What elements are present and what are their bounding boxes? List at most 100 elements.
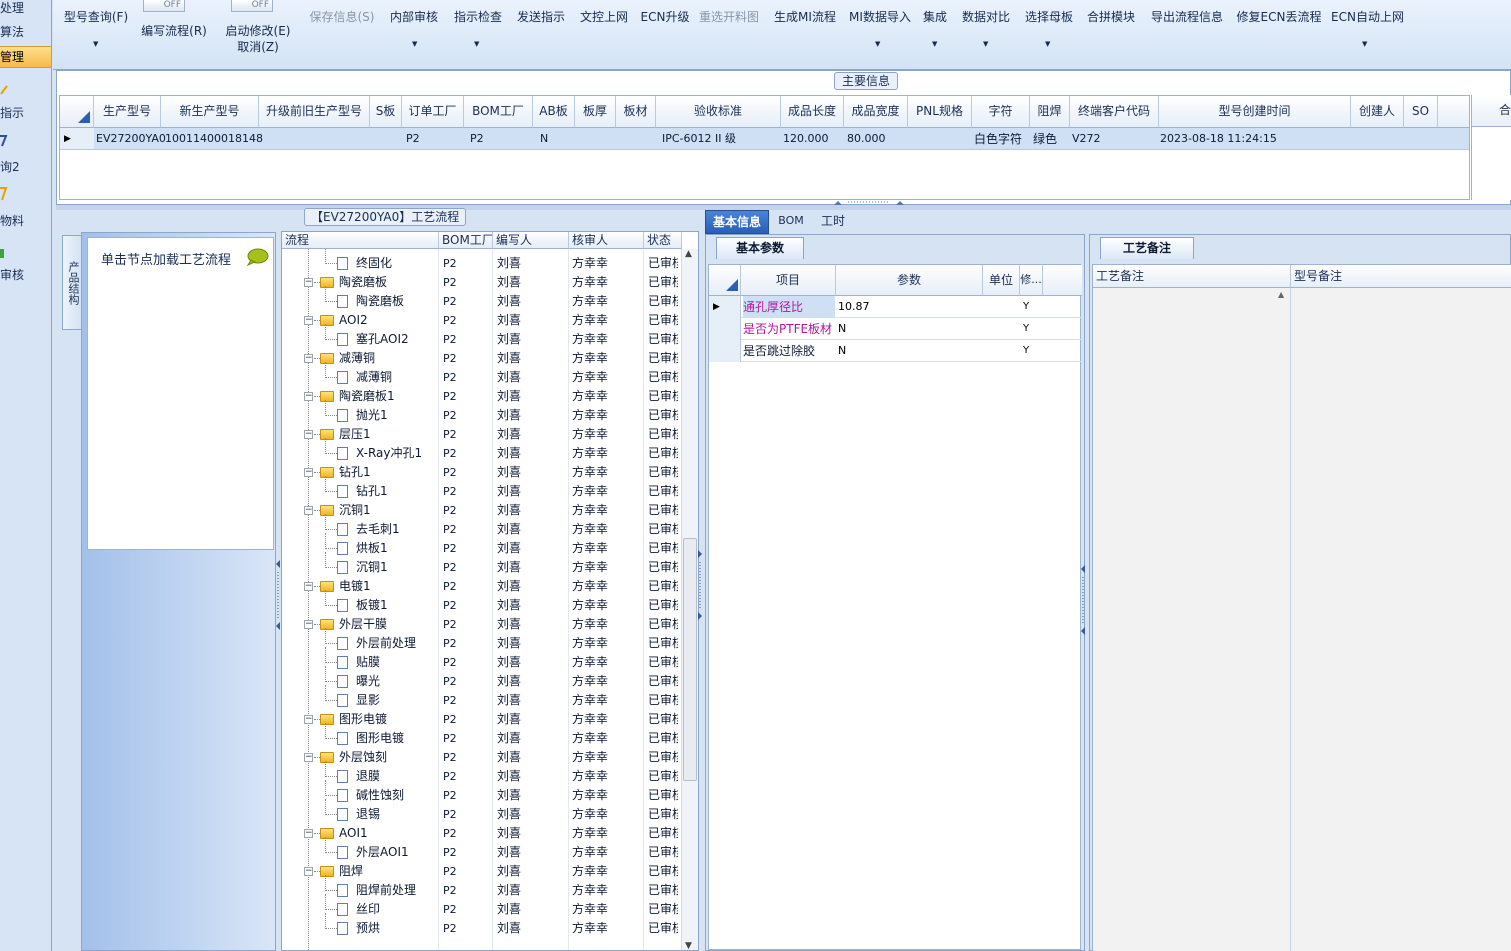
write-flow-button[interactable]: 编写流程(R) [138,22,210,39]
tree-step-row[interactable]: 碱性蚀刻 P2 刘喜 方幸幸 已审核 [282,780,682,805]
chevron-down-icon[interactable]: ▼ [1045,40,1050,48]
tree-step-row[interactable]: 减薄铜 P2 刘喜 方幸幸 已审核 [282,362,682,387]
tree-step-row[interactable]: 显影 P2 刘喜 方幸幸 已审核 [282,685,682,710]
chevron-down-icon[interactable]: ▼ [932,40,937,48]
node-list[interactable]: 单击节点加载工艺流程 [87,237,274,550]
save-info-button[interactable]: 保存信息(S) [306,8,378,25]
scroll-thumb[interactable] [683,538,697,781]
cell-production-model[interactable]: EV27200YA0 [96,128,166,150]
col-header[interactable]: 项目 [741,265,836,296]
instruction-check-button[interactable]: 指示检查 [451,8,505,25]
row-indicator[interactable] [709,340,741,362]
tree-group-row[interactable]: − AOI2 P2 刘喜 方幸幸 已审核 [282,311,682,330]
nav-item-query2[interactable]: 询2 [0,135,51,177]
expand-collapse-icon[interactable]: − [304,753,313,762]
col-header[interactable]: 型号创建时间 [1159,96,1351,128]
col-header[interactable]: 型号备注 [1291,265,1511,288]
tab-basic-params[interactable]: 基本参数 [716,237,804,259]
params-row[interactable]: 是否为PTFE板材 N Y [709,318,1082,340]
col-header[interactable]: 工艺备注 [1093,265,1291,288]
tab-basic-info[interactable]: 基本信息 [705,210,769,234]
param-value[interactable]: 10.87 [838,296,982,318]
col-header[interactable]: SO [1404,96,1438,128]
tree-step-row[interactable]: 阻焊前处理 P2 刘喜 方幸幸 已审核 [282,875,682,900]
cell-customer-code[interactable]: V272 [1072,128,1101,150]
tree-step-row[interactable]: 烘板1 P2 刘喜 方幸幸 已审核 [282,533,682,558]
model-remarks-textarea[interactable] [1291,288,1511,951]
tree-step-row[interactable]: 曝光 P2 刘喜 方幸幸 已审核 [282,666,682,691]
cancel-button[interactable]: 取消(Z) [233,38,283,55]
expand-collapse-icon[interactable]: − [304,316,313,325]
data-compare-button[interactable]: 数据对比 [959,8,1013,25]
cell-character[interactable]: 白色字符 [974,128,1022,150]
generate-mi-button[interactable]: 生成MI流程 [771,8,839,25]
expand-collapse-icon[interactable]: − [304,715,313,724]
col-header[interactable]: 板厚 [575,96,616,128]
chevron-down-icon[interactable]: ▼ [412,40,417,48]
tab-process-remarks[interactable]: 工艺备注 [1100,237,1194,259]
enable-modify-toggle[interactable]: OFF [231,0,273,12]
row-indicator[interactable]: ▶ [60,128,94,150]
tree-step-row[interactable]: 终固化 P2 刘喜 方幸幸 已审核 [282,249,682,273]
col-header[interactable]: 核审人 [569,232,644,249]
tree-step-row[interactable]: 陶瓷磨板 P2 刘喜 方幸幸 已审核 [282,286,682,311]
cell-solder-mask[interactable]: 绿色 [1033,128,1057,150]
cell-width[interactable]: 80.000 [847,128,886,150]
tree-step-row[interactable]: X-Ray冲孔1 P2 刘喜 方幸幸 已审核 [282,438,682,463]
expand-collapse-icon[interactable]: − [304,468,313,477]
tree-group-row[interactable]: − 外层蚀刻 P2 刘喜 方幸幸 已审核 [282,748,682,767]
chevron-down-icon[interactable]: ▼ [875,40,880,48]
tree-step-row[interactable]: 图形电镀 P2 刘喜 方幸幸 已审核 [282,723,682,748]
tree-step-row[interactable]: 贴膜 P2 刘喜 方幸幸 已审核 [282,647,682,672]
expand-collapse-icon[interactable]: − [304,582,313,591]
document-control-button[interactable]: 文控上网 [577,8,631,25]
cell-new-production-model[interactable]: 10011400018148 [165,128,263,150]
nav-item-material[interactable]: 物料 [0,187,51,231]
col-header[interactable]: 生产型号 [94,96,161,128]
chevron-down-icon[interactable]: ▼ [93,40,98,48]
tree-group-row[interactable]: − 阻焊 P2 刘喜 方幸幸 已审核 [282,862,682,881]
col-header[interactable]: 流程 [282,232,439,249]
tree-step-row[interactable]: 塞孔AOI2 P2 刘喜 方幸幸 已审核 [282,324,682,349]
col-header[interactable]: PNL规格 [908,96,972,128]
reselect-material-button[interactable]: 重选开料图 [697,8,761,25]
tree-group-row[interactable]: − 电镀1 P2 刘喜 方幸幸 已审核 [282,577,682,596]
nav-item-review[interactable]: 审核 [0,249,51,285]
grid-corner[interactable] [709,265,741,296]
chevron-down-icon[interactable]: ▼ [474,40,479,48]
cell-ab-board[interactable]: N [540,128,548,150]
collapse-handle-detail[interactable] [1081,565,1086,635]
expand-collapse-icon[interactable]: − [304,392,313,401]
row-indicator[interactable] [709,318,741,340]
expand-collapse-icon[interactable]: − [304,354,313,363]
tree-step-row[interactable]: 预烘 P2 刘喜 方幸幸 已审核 [282,913,682,938]
tree-step-row[interactable]: 退膜 P2 刘喜 方幸幸 已审核 [282,761,682,786]
tab-work-hours[interactable]: 工时 [813,210,853,234]
tree-scrollbar[interactable]: ▲ ▼ [681,249,698,950]
tree-group-row[interactable]: − 沉铜1 P2 刘喜 方幸幸 已审核 [282,501,682,520]
col-header[interactable]: 升级前旧生产型号 [259,96,370,128]
col-header[interactable]: 单位 [983,265,1020,296]
expand-collapse-icon[interactable]: − [304,430,313,439]
cell-create-time[interactable]: 2023-08-18 11:24:15 [1160,128,1277,150]
col-header[interactable]: 板材 [616,96,656,128]
process-remarks-textarea[interactable]: ▲ [1093,288,1291,951]
select-master-button[interactable]: 选择母板 [1022,8,1076,25]
tree-group-row[interactable]: − 钻孔1 P2 刘喜 方幸幸 已审核 [282,463,682,482]
tab-bom[interactable]: BOM [773,210,809,234]
nav-item-algorithm[interactable]: 算法 [0,23,51,41]
col-header[interactable]: 编写人 [493,232,569,249]
params-row[interactable]: ▶ 通孔厚径比 10.87 Y [709,296,1082,318]
col-header[interactable]: BOM工厂 [464,96,533,128]
expand-collapse-icon[interactable]: − [304,278,313,287]
col-header[interactable]: 参数 [836,265,983,296]
chevron-down-icon[interactable]: ▼ [1362,40,1367,48]
col-header[interactable]: 终端客户代码 [1070,96,1159,128]
col-header[interactable]: 创建人 [1351,96,1404,128]
param-modify[interactable]: Y [1023,296,1043,318]
tree-step-row[interactable]: 板镀1 P2 刘喜 方幸幸 已审核 [282,590,682,615]
chevron-down-icon[interactable]: ▼ [983,40,988,48]
export-flow-button[interactable]: 导出流程信息 [1149,8,1225,25]
param-modify[interactable]: Y [1023,318,1043,340]
expand-collapse-icon[interactable]: − [304,620,313,629]
